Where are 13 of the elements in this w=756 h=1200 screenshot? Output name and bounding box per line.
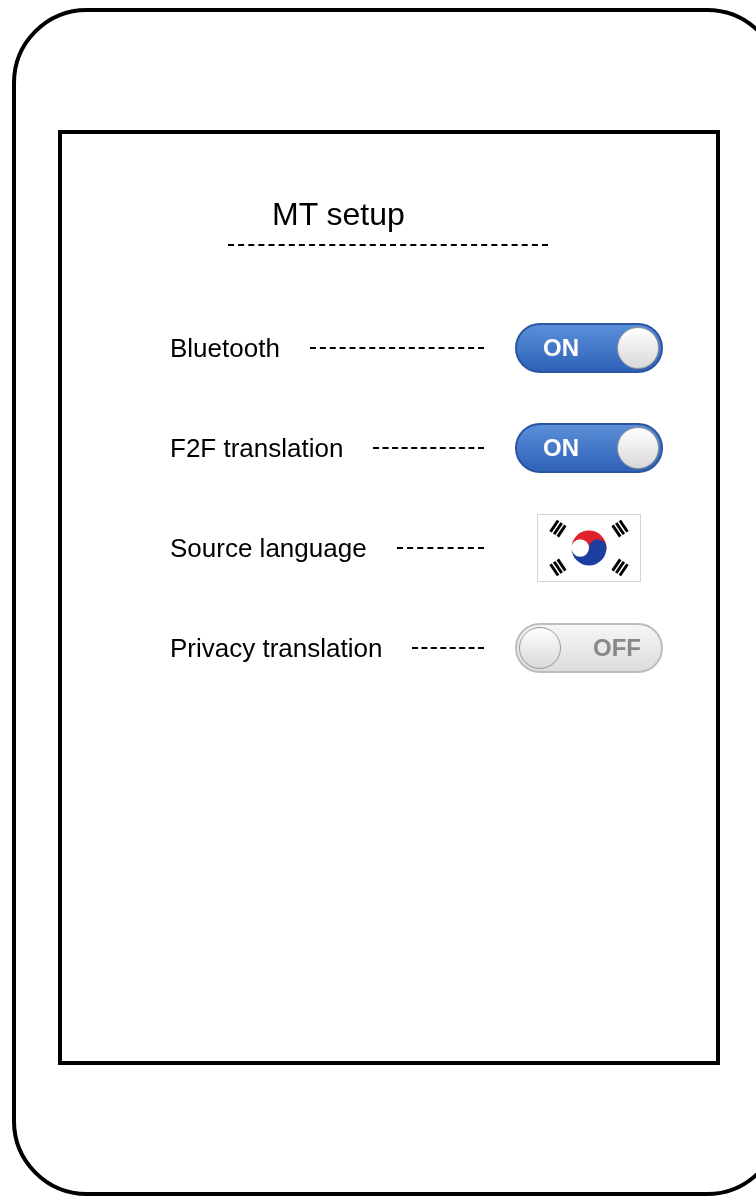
setting-label: F2F translation — [170, 431, 344, 465]
setting-label: Bluetooth — [170, 331, 280, 365]
leader-line — [412, 647, 484, 649]
toggle-switch[interactable]: OFF — [515, 623, 663, 673]
toggle-knob — [617, 427, 659, 469]
toggle-switch[interactable]: ON — [515, 423, 663, 473]
toggle-knob — [617, 327, 659, 369]
flag-icon[interactable] — [537, 514, 641, 582]
screen-title: MT setup — [272, 196, 405, 232]
toggle-switch[interactable]: ON — [515, 323, 663, 373]
setting-label: Source language — [170, 531, 367, 565]
toggle-knob — [519, 627, 561, 669]
setting-label: Privacy translation — [170, 631, 383, 665]
